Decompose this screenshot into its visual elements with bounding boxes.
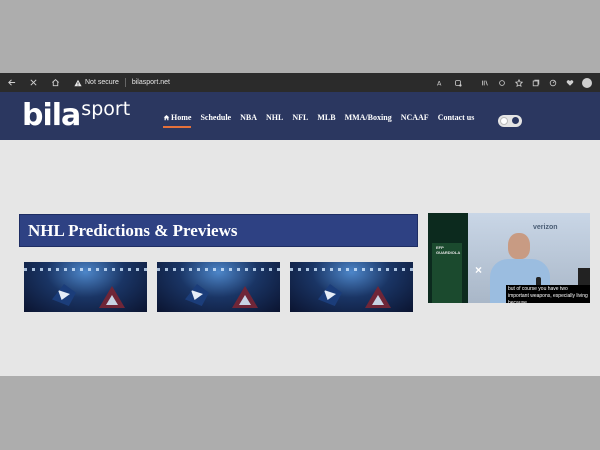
logo-primary: bila	[22, 98, 81, 133]
nav-nba[interactable]: NBA	[240, 113, 257, 128]
nav-mma-boxing[interactable]: MMA/Boxing	[345, 113, 392, 128]
close-icon[interactable]: ×	[475, 263, 482, 277]
arena-lights	[290, 268, 413, 271]
browser-toolbar: Not secure bilasport.net A	[0, 73, 600, 92]
nav-nhl[interactable]: NHL	[266, 113, 283, 128]
collections-icon[interactable]	[527, 73, 544, 92]
nav-mlb[interactable]: MLB	[317, 113, 335, 128]
nav-contact-us[interactable]: Contact us	[438, 113, 475, 128]
section-title-bar: NHL Predictions & Previews	[19, 214, 418, 247]
site-logo[interactable]: bila sport	[22, 98, 130, 134]
extension-icon[interactable]	[449, 73, 466, 92]
back-icon[interactable]	[0, 73, 22, 92]
security-label: Not secure	[85, 79, 119, 86]
nav-ncaaf[interactable]: NCAAF	[401, 113, 429, 128]
theme-toggle[interactable]	[498, 115, 522, 127]
nav-nfl[interactable]: NFL	[292, 113, 308, 128]
read-aloud-icon[interactable]: A	[432, 73, 449, 92]
speaker-head	[508, 233, 530, 259]
logo-secondary: sport	[81, 98, 131, 120]
preview-card-2[interactable]	[157, 262, 280, 312]
arena-lights	[24, 268, 147, 271]
video-sidebar: EFP GUARDIOLA	[428, 213, 468, 303]
nav-home[interactable]: Home	[163, 113, 192, 128]
svg-text:A: A	[437, 79, 442, 87]
wallet-icon[interactable]	[561, 73, 578, 92]
video-caption: but of course you have two important wea…	[506, 285, 590, 303]
refresh-icon[interactable]	[493, 73, 510, 92]
section-title: NHL Predictions & Previews	[28, 221, 238, 240]
arena-lights	[157, 268, 280, 271]
nav-schedule[interactable]: Schedule	[200, 113, 231, 128]
close-icon[interactable]	[22, 73, 44, 92]
home-icon[interactable]	[44, 73, 66, 92]
warning-icon	[74, 79, 82, 86]
moon-icon	[512, 117, 519, 124]
reading-view-icon[interactable]	[476, 73, 493, 92]
video-ad-player[interactable]: EFP GUARDIOLA verizon × but of course yo…	[428, 213, 590, 303]
main-nav: Home Schedule NBA NHL NFL MLB MMA/Boxing…	[163, 113, 474, 128]
sun-icon	[500, 117, 508, 125]
address-bar[interactable]: Not secure bilasport.net	[74, 76, 432, 90]
nav-home-label: Home	[171, 113, 192, 122]
browser-actions: A	[432, 73, 600, 92]
preview-card-3[interactable]	[290, 262, 413, 312]
preview-card-1[interactable]	[24, 262, 147, 312]
security-indicator[interactable]: Not secure	[74, 79, 119, 87]
url-text[interactable]: bilasport.net	[132, 79, 170, 86]
site-header: bila sport Home Schedule NBA NHL NFL MLB…	[0, 92, 600, 140]
favorite-icon[interactable]	[510, 73, 527, 92]
home-nav-icon	[163, 115, 170, 121]
performance-icon[interactable]	[544, 73, 561, 92]
video-sidebar-text: EFP GUARDIOLA	[436, 245, 461, 255]
address-separator	[124, 78, 126, 87]
profile-icon[interactable]	[582, 77, 592, 88]
